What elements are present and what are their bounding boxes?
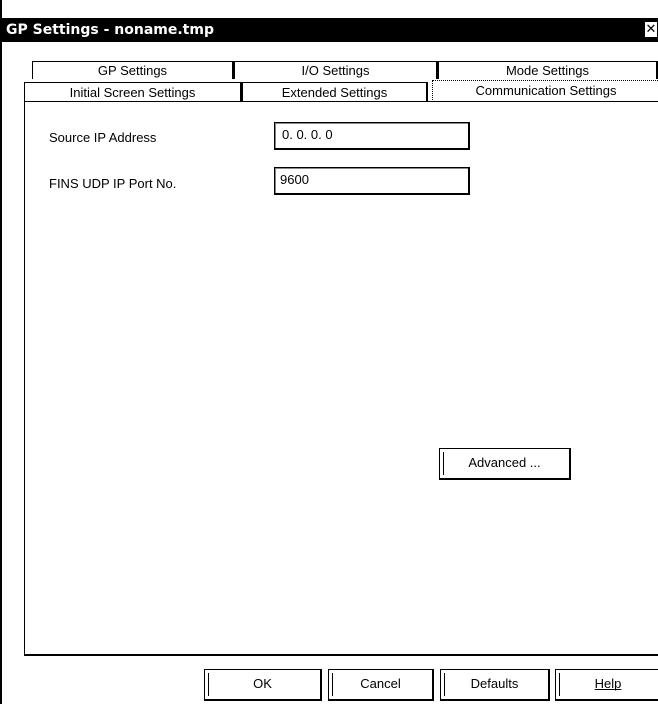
close-icon: ✕ — [645, 22, 657, 37]
tab-gp-settings[interactable]: GP Settings — [32, 61, 234, 79]
advanced-label: Advanced ... — [468, 455, 541, 470]
tab-initial-screen-settings[interactable]: Initial Screen Settings — [24, 82, 242, 102]
tab-label: I/O Settings — [301, 63, 370, 78]
cancel-button[interactable]: Cancel — [328, 669, 434, 701]
tab-label: Initial Screen Settings — [69, 85, 196, 100]
title-bar[interactable]: GP Settings - noname.tmp ✕ — [2, 18, 658, 42]
help-label: Help — [594, 676, 622, 691]
source-ip-label: Source IP Address — [49, 130, 157, 145]
advanced-button[interactable]: Advanced ... — [439, 448, 571, 480]
fins-port-input[interactable]: 9600 — [274, 167, 470, 195]
tab-io-settings[interactable]: I/O Settings — [234, 61, 438, 79]
tab-extended-settings[interactable]: Extended Settings — [242, 82, 428, 102]
ok-label: OK — [253, 676, 272, 691]
tab-label: Extended Settings — [281, 85, 388, 100]
cancel-label: Cancel — [360, 676, 401, 691]
tab-label: GP Settings — [97, 63, 168, 78]
settings-dialog: GP Settings - noname.tmp ✕ GP Settings I… — [0, 0, 658, 704]
source-ip-value: 0. 0. 0. 0 — [282, 127, 333, 142]
tab-mode-settings[interactable]: Mode Settings — [438, 61, 658, 79]
close-button[interactable]: ✕ — [644, 21, 658, 38]
tab-label: Communication Settings — [475, 83, 617, 98]
window-title: GP Settings - noname.tmp — [6, 22, 214, 38]
tab-label: Mode Settings — [505, 63, 590, 78]
tab-communication-settings[interactable]: Communication Settings — [432, 80, 658, 100]
help-button[interactable]: Help — [555, 669, 658, 701]
source-ip-input[interactable]: 0. 0. 0. 0 — [274, 122, 470, 150]
defaults-button[interactable]: Defaults — [440, 669, 550, 701]
fins-port-label: FINS UDP IP Port No. — [49, 176, 177, 191]
ok-button[interactable]: OK — [204, 669, 322, 701]
defaults-label: Defaults — [470, 676, 519, 691]
fins-port-value: 9600 — [280, 172, 309, 187]
